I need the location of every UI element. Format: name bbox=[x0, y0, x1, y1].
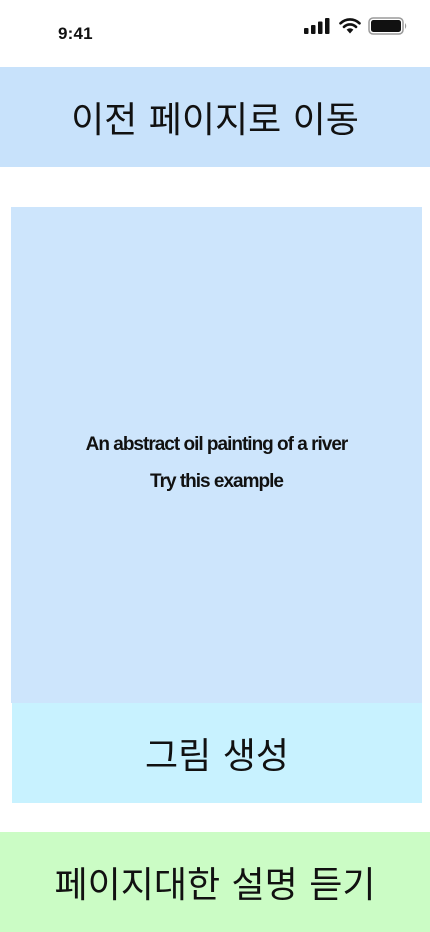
listen-button-label: 페이지대한 설명 듣기 bbox=[54, 865, 376, 906]
cellular-signal-icon bbox=[304, 18, 330, 34]
back-button-label: 이전 페이지로 이동 bbox=[71, 100, 359, 141]
wifi-icon bbox=[339, 18, 361, 34]
try-example-link[interactable]: Try this example bbox=[11, 463, 422, 500]
image-panel: An abstract oil painting of a river Try … bbox=[11, 207, 422, 703]
battery-icon bbox=[368, 17, 407, 35]
status-icons bbox=[304, 17, 408, 35]
prompt-text: An abstract oil painting of a river bbox=[85, 434, 349, 455]
status-time: 9:41 bbox=[58, 24, 93, 43]
listen-description-button[interactable]: 페이지대한 설명 듣기 bbox=[0, 832, 430, 932]
generate-button-label: 그림 생성 bbox=[145, 736, 289, 777]
back-button[interactable]: 이전 페이지로 이동 bbox=[0, 67, 430, 167]
prompt-example: An abstract oil painting of a river Try … bbox=[11, 426, 422, 500]
generate-image-button[interactable]: 그림 생성 bbox=[12, 703, 422, 803]
status-bar: 9:41 bbox=[0, 0, 430, 67]
